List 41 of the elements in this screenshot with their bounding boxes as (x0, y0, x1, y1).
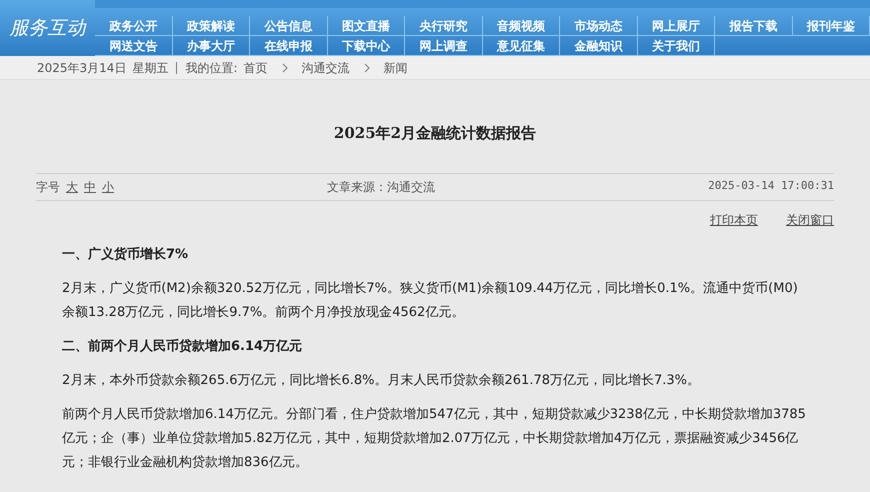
paragraph: 2月末，本外币贷款余额265.6万亿元，同比增长6.8%。月末人民币贷款余额261.78万亿元，同比增长7.3%。 (62, 372, 702, 390)
breadcrumb-date: 2025年3月14日 (37, 60, 126, 76)
nav-link[interactable]: 金融知识 (560, 36, 638, 55)
nav-link[interactable]: 政策解读 (172, 16, 250, 35)
nav-link[interactable]: 政务公开 (95, 16, 172, 35)
nav-link[interactable]: 音频视频 (482, 16, 560, 35)
paragraph: 2月末，广义货币(M2)余额320.52万亿元，同比增长7%。狭义货币(M1)余额109.44万亿元，同比增长0.1%。流通中货币(M0)余额13.28万亿元，同比增长9.7%。前两个月净投放现金4562亿元。 (62, 280, 799, 322)
nav-link[interactable]: 意见征集 (482, 36, 560, 55)
nav-link[interactable]: 公告信息 (250, 16, 328, 35)
nav-link[interactable]: 下载中心 (328, 36, 405, 55)
paragraph: 前两个月人民币贷款增加6.14万亿元。分部门看，住户贷款增加547亿元，其中，短期贷款减少3238亿元，中长期贷款增加3785亿元；企（事）业单位贷款增加5.82万亿元，其中，短期贷款增加2.07万亿元，中长期贷款增加4万亿元，票据融资减少3456亿元；非银行业金融机构贷款增加836亿元。 (62, 406, 807, 472)
font-size-link[interactable]: 大 (66, 178, 78, 196)
nav-link[interactable]: 办事大厅 (172, 36, 250, 55)
nav-link[interactable]: 央行研究 (405, 16, 482, 35)
chevron-icon (282, 62, 288, 72)
nav-link[interactable]: 网上展厅 (638, 16, 715, 35)
article-source: 文章来源：沟通交流 (327, 178, 436, 196)
chevron-icon (364, 62, 370, 72)
nav-link[interactable]: 在线申报 (250, 36, 328, 55)
nav-link[interactable]: 网送文告 (95, 36, 172, 55)
breadcrumb-link[interactable]: 新闻 (384, 58, 408, 76)
font-size-label: 字号 (36, 178, 60, 196)
breadcrumb-weekday: 星期五 (132, 60, 168, 76)
article-datetime: 2025-03-14 17:00:31 (708, 178, 834, 194)
nav-link[interactable]: 图文直播 (328, 16, 405, 35)
font-size-link[interactable]: 中 (84, 178, 96, 196)
action-link[interactable]: 打印本页 (710, 210, 758, 228)
section-heading: 一、广义货币增长7% (62, 246, 190, 264)
section-heading: 二、前两个月人民币贷款增加6.14万亿元 (62, 338, 304, 356)
action-link[interactable]: 关闭窗口 (786, 210, 834, 228)
nav-link[interactable]: 网上调查 (405, 36, 482, 55)
breadcrumb-link[interactable]: 沟通交流 (302, 58, 350, 76)
nav-link[interactable]: 市场动态 (560, 16, 638, 35)
nav-link[interactable]: 关于我们 (638, 36, 715, 55)
article-title: 2025年2月金融统计数据报告 (332, 123, 538, 144)
breadcrumb-link[interactable]: 首页 (244, 58, 268, 76)
font-size-link[interactable]: 小 (102, 178, 114, 196)
site-logo[interactable]: 服务互动 (10, 14, 86, 42)
nav-link[interactable]: 报告下载 (715, 16, 792, 35)
nav-link[interactable]: 报刊年鉴 (792, 16, 870, 35)
breadcrumb-label: 我的位置: (185, 60, 238, 76)
